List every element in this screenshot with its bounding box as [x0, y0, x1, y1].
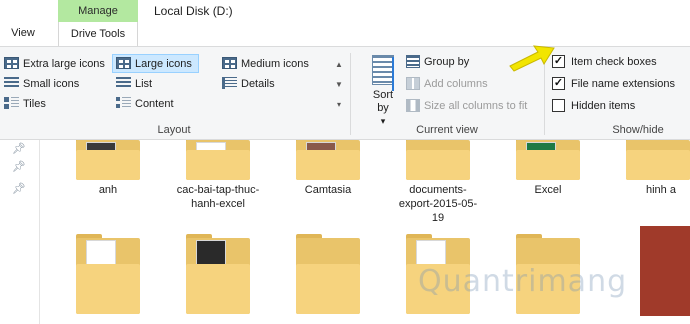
- scroll-up-icon[interactable]: ▲: [333, 55, 345, 75]
- file-list: anh cac-bai-tap-thuc-hanh-excel Camtasia…: [40, 140, 690, 324]
- folder-item[interactable]: [166, 234, 270, 314]
- folder-name: hinh a: [646, 184, 676, 196]
- content-icon: [116, 97, 131, 110]
- size-columns-icon: [406, 98, 420, 112]
- window-title: Local Disk (D:): [154, 4, 233, 18]
- medium-icons-icon: [222, 57, 237, 70]
- group-divider: [350, 53, 351, 135]
- layout-small-icons[interactable]: Small icons: [4, 75, 79, 94]
- item-check-boxes-label: Item check boxes: [571, 56, 657, 68]
- folder-item[interactable]: documents-export-2015-05-19: [386, 140, 490, 225]
- add-columns-icon: [406, 76, 420, 90]
- folder-icon: [76, 234, 140, 314]
- folder-icon: [76, 140, 140, 180]
- list-icon: [116, 77, 131, 90]
- item-check-boxes-option[interactable]: ✓ Item check boxes: [552, 53, 657, 72]
- folder-icon: [516, 140, 580, 180]
- folder-name: anh: [98, 184, 118, 196]
- checkbox-checked[interactable]: ✓: [552, 76, 565, 90]
- layout-medium-icons[interactable]: Medium icons: [222, 55, 309, 74]
- group-by-button[interactable]: Group by: [406, 53, 469, 72]
- folder-name: cac-bai-tap-thuc-hanh-excel: [176, 184, 260, 210]
- folder-icon: [626, 140, 690, 180]
- tiles-icon: [4, 97, 19, 110]
- hidden-items-label: Hidden items: [571, 100, 636, 112]
- scroll-down-icon[interactable]: ▼: [333, 75, 345, 95]
- sort-arrow-icon: [392, 57, 394, 91]
- option-label: List: [135, 78, 153, 90]
- small-icons-icon: [4, 77, 19, 90]
- pin-icon[interactable]: 📌︎: [12, 182, 26, 195]
- large-icons-icon: [116, 57, 131, 70]
- layout-list[interactable]: List: [116, 75, 152, 94]
- tab-manage[interactable]: Manage: [58, 0, 138, 22]
- add-columns-label: Add columns: [424, 78, 488, 90]
- folder-name: Camtasia: [304, 184, 352, 196]
- pin-icon[interactable]: 📌︎: [12, 160, 26, 173]
- pin-icon[interactable]: 📌︎: [12, 142, 26, 155]
- group-label-layout: Layout: [157, 124, 191, 136]
- folder-item[interactable]: hinh a: [606, 140, 690, 197]
- layout-tiles[interactable]: Tiles: [4, 95, 46, 114]
- folder-item[interactable]: anh: [56, 140, 160, 197]
- hidden-items-option[interactable]: Hidden items: [552, 97, 635, 116]
- folder-icon: [296, 234, 360, 314]
- option-label: Small icons: [23, 78, 80, 90]
- layout-content[interactable]: Content: [116, 95, 174, 114]
- tab-drive-tools[interactable]: Drive Tools: [58, 22, 138, 46]
- group-label-current-view: Current view: [416, 124, 478, 136]
- folder-icon: [186, 234, 250, 314]
- layout-gallery-scroll: ▲ ▼ ▾: [333, 55, 345, 115]
- tab-view[interactable]: View: [0, 21, 46, 46]
- sort-by-button[interactable]: Sort by ▾: [366, 55, 400, 127]
- size-all-columns-button[interactable]: Size all columns to fit: [406, 97, 527, 116]
- option-label: Medium icons: [241, 58, 309, 70]
- layout-large-icons[interactable]: Large icons: [112, 54, 199, 73]
- folder-item[interactable]: Camtasia: [276, 140, 380, 197]
- option-label: Content: [135, 98, 174, 110]
- image-thumbnail[interactable]: [630, 226, 690, 316]
- watermark: Quantrimang: [418, 264, 628, 299]
- file-name-extensions-label: File name extensions: [571, 78, 675, 90]
- ribbon: Extra large icons Large icons Medium ico…: [0, 46, 690, 140]
- thumbnail-image: [640, 226, 690, 316]
- details-icon: [222, 77, 237, 90]
- file-name-extensions-option[interactable]: ✓ File name extensions: [552, 75, 675, 94]
- sort-by-label: Sort by: [372, 89, 394, 114]
- sort-by-icon: [372, 55, 394, 85]
- group-label-show-hide: Show/hide: [612, 124, 664, 136]
- group-by-label: Group by: [424, 56, 470, 68]
- size-all-columns-label: Size all columns to fit: [424, 100, 528, 112]
- folder-name: documents-export-2015-05-19: [398, 184, 478, 224]
- folder-icon: [186, 140, 250, 180]
- add-columns-button[interactable]: Add columns: [406, 75, 488, 94]
- option-label: Large icons: [135, 58, 192, 70]
- folder-item[interactable]: [276, 234, 380, 314]
- layout-extra-large-icons[interactable]: Extra large icons: [4, 55, 105, 74]
- group-by-icon: [406, 54, 420, 68]
- folder-icon: [406, 140, 470, 180]
- option-label: Tiles: [23, 98, 46, 110]
- folder-icon: [296, 140, 360, 180]
- checkbox-unchecked[interactable]: [552, 98, 565, 112]
- option-label: Details: [241, 78, 275, 90]
- expand-gallery-icon[interactable]: ▾: [333, 95, 345, 115]
- folder-item[interactable]: cac-bai-tap-thuc-hanh-excel: [166, 140, 270, 211]
- folder-item[interactable]: Excel: [496, 140, 600, 197]
- folder-item[interactable]: [56, 234, 160, 314]
- title-bar: View Manage Drive Tools Local Disk (D:): [0, 0, 690, 46]
- layout-details[interactable]: Details: [222, 75, 275, 94]
- extra-large-icons-icon: [4, 57, 19, 70]
- callout-arrow-icon: [509, 45, 555, 72]
- navigation-pane: 📌︎ 📌︎ 📌︎: [0, 140, 40, 324]
- option-label: Extra large icons: [23, 58, 105, 70]
- folder-name: Excel: [534, 184, 562, 196]
